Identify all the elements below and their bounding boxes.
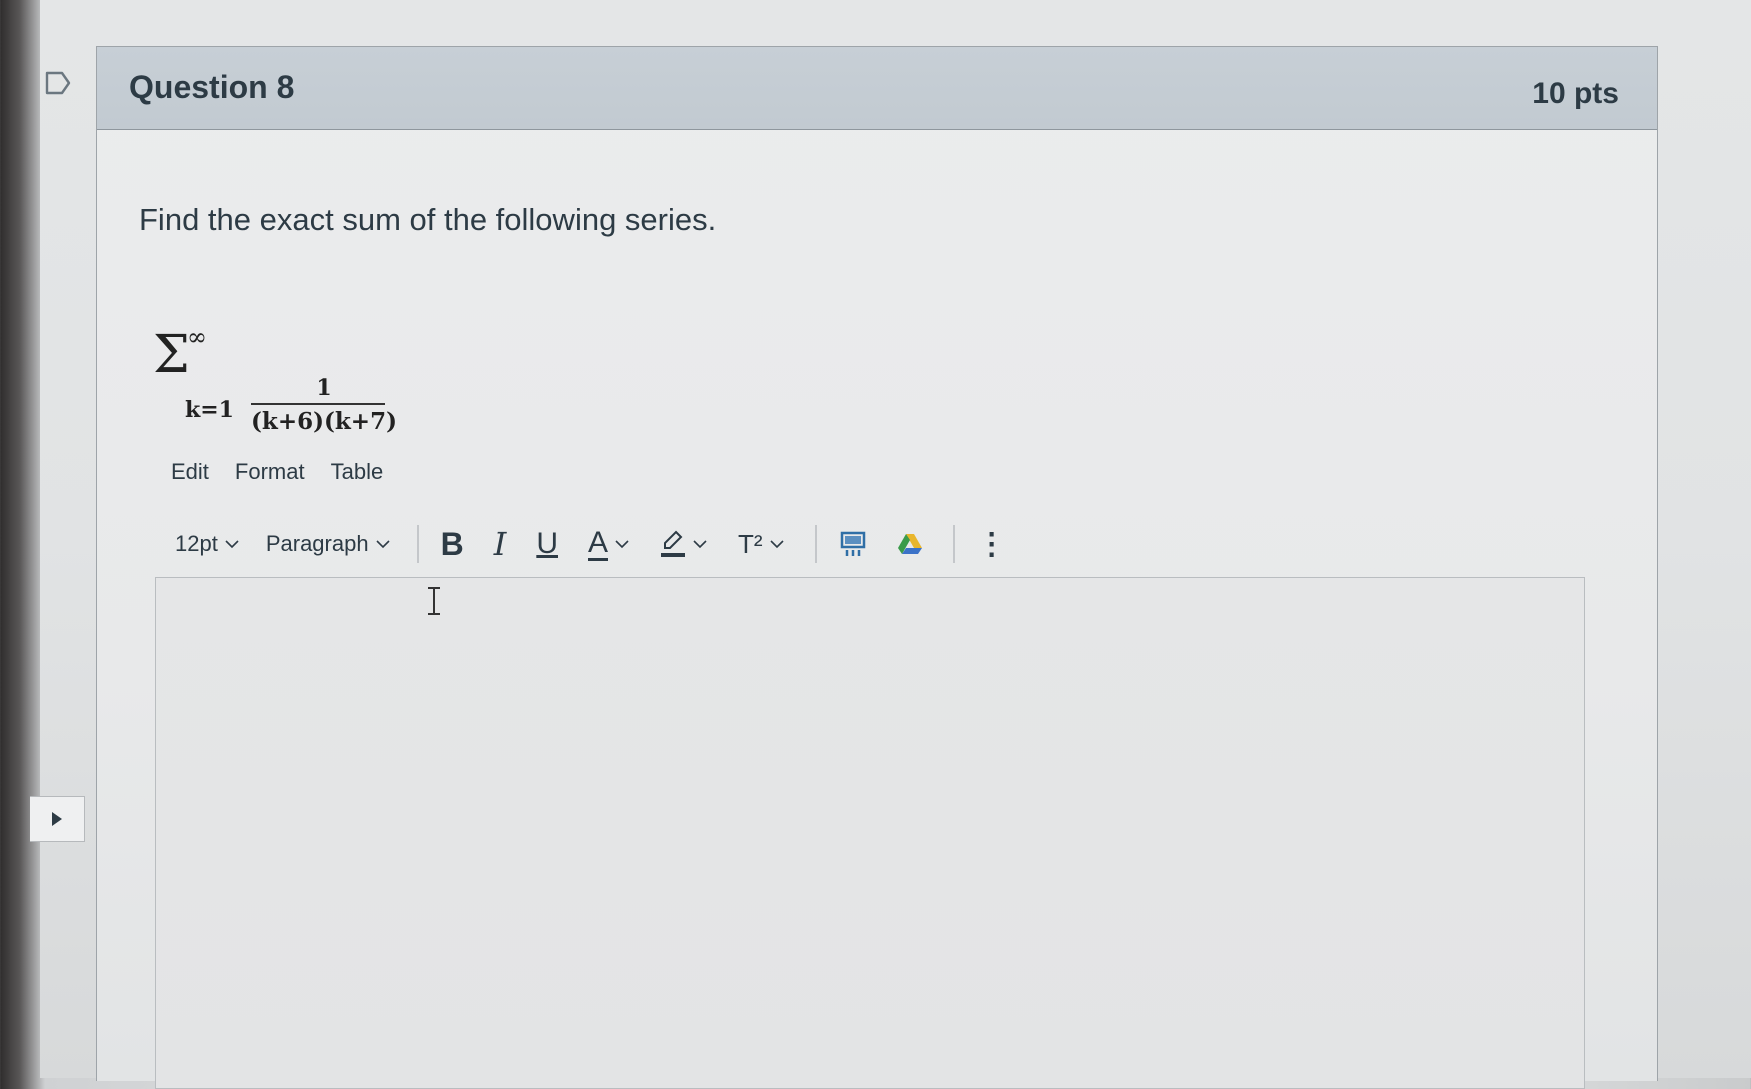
text-color-button[interactable]: A: [588, 525, 630, 561]
editor-toolbar: 12pt Paragraph B I U A T² ⋮: [175, 519, 1175, 569]
font-size-dropdown[interactable]: 12pt: [175, 531, 240, 557]
block-format-dropdown[interactable]: Paragraph: [266, 531, 391, 557]
question-header: Question 8 10 pts: [97, 47, 1657, 130]
google-drive-button[interactable]: [897, 532, 923, 556]
toolbar-divider: [416, 525, 419, 563]
font-size-value: 12pt: [175, 531, 218, 556]
toolbar-divider: [814, 525, 817, 563]
menu-edit[interactable]: Edit: [171, 459, 209, 485]
series-upper-limit: ∞: [187, 323, 207, 351]
question-prompt: Find the exact sum of the following seri…: [139, 202, 717, 237]
chevron-down-icon: [769, 540, 784, 549]
rich-text-editor[interactable]: [155, 577, 1585, 1089]
bold-button[interactable]: B: [441, 526, 464, 563]
italic-button[interactable]: I: [494, 525, 507, 563]
highlighter-icon: [661, 530, 686, 557]
menu-format[interactable]: Format: [235, 459, 305, 485]
question-card: Question 8 10 pts Find the exact sum of …: [96, 46, 1658, 1089]
series-lower-limit: k=1: [185, 397, 234, 423]
chevron-down-icon: [615, 540, 629, 549]
fraction-denominator: (k+6)(k+7): [251, 408, 397, 435]
superscript-button[interactable]: T²: [738, 529, 785, 560]
play-arrow-icon: [52, 812, 62, 826]
sigma-symbol: Σ: [153, 325, 190, 385]
block-format-value: Paragraph: [265, 531, 369, 556]
editor-menubar: Edit Format Table: [171, 459, 383, 485]
chevron-down-icon: [376, 540, 390, 549]
embed-icon: [840, 531, 865, 556]
italic-icon: I: [493, 525, 507, 563]
underline-button[interactable]: U: [536, 527, 558, 561]
highlight-color-button[interactable]: [660, 529, 708, 559]
embed-button[interactable]: [839, 530, 867, 558]
menu-table[interactable]: Table: [331, 459, 384, 485]
bold-icon: B: [440, 525, 464, 562]
question-title: Question 8: [129, 69, 295, 105]
fraction-numerator: 1: [316, 375, 332, 401]
question-points: 10 pts: [1532, 77, 1619, 110]
more-vertical-icon: ⋮: [976, 527, 1007, 561]
superscript-icon: T²: [738, 528, 763, 559]
text-color-icon: A: [588, 525, 609, 561]
google-drive-icon: [897, 534, 922, 554]
i-beam-cursor-icon: [428, 587, 440, 615]
chevron-down-icon: [225, 540, 239, 549]
collapse-toggle-button[interactable]: [30, 796, 85, 842]
more-options-button[interactable]: ⋮: [977, 527, 1007, 562]
series-fraction: 1 (k+6)(k+7): [251, 375, 397, 435]
toolbar-divider: [952, 525, 955, 563]
series-expression: Σ ∞ k=1 1 (k+6)(k+7): [153, 317, 453, 447]
underline-icon: U: [536, 527, 558, 560]
chevron-down-icon: [693, 540, 707, 549]
flag-icon[interactable]: [44, 70, 72, 96]
